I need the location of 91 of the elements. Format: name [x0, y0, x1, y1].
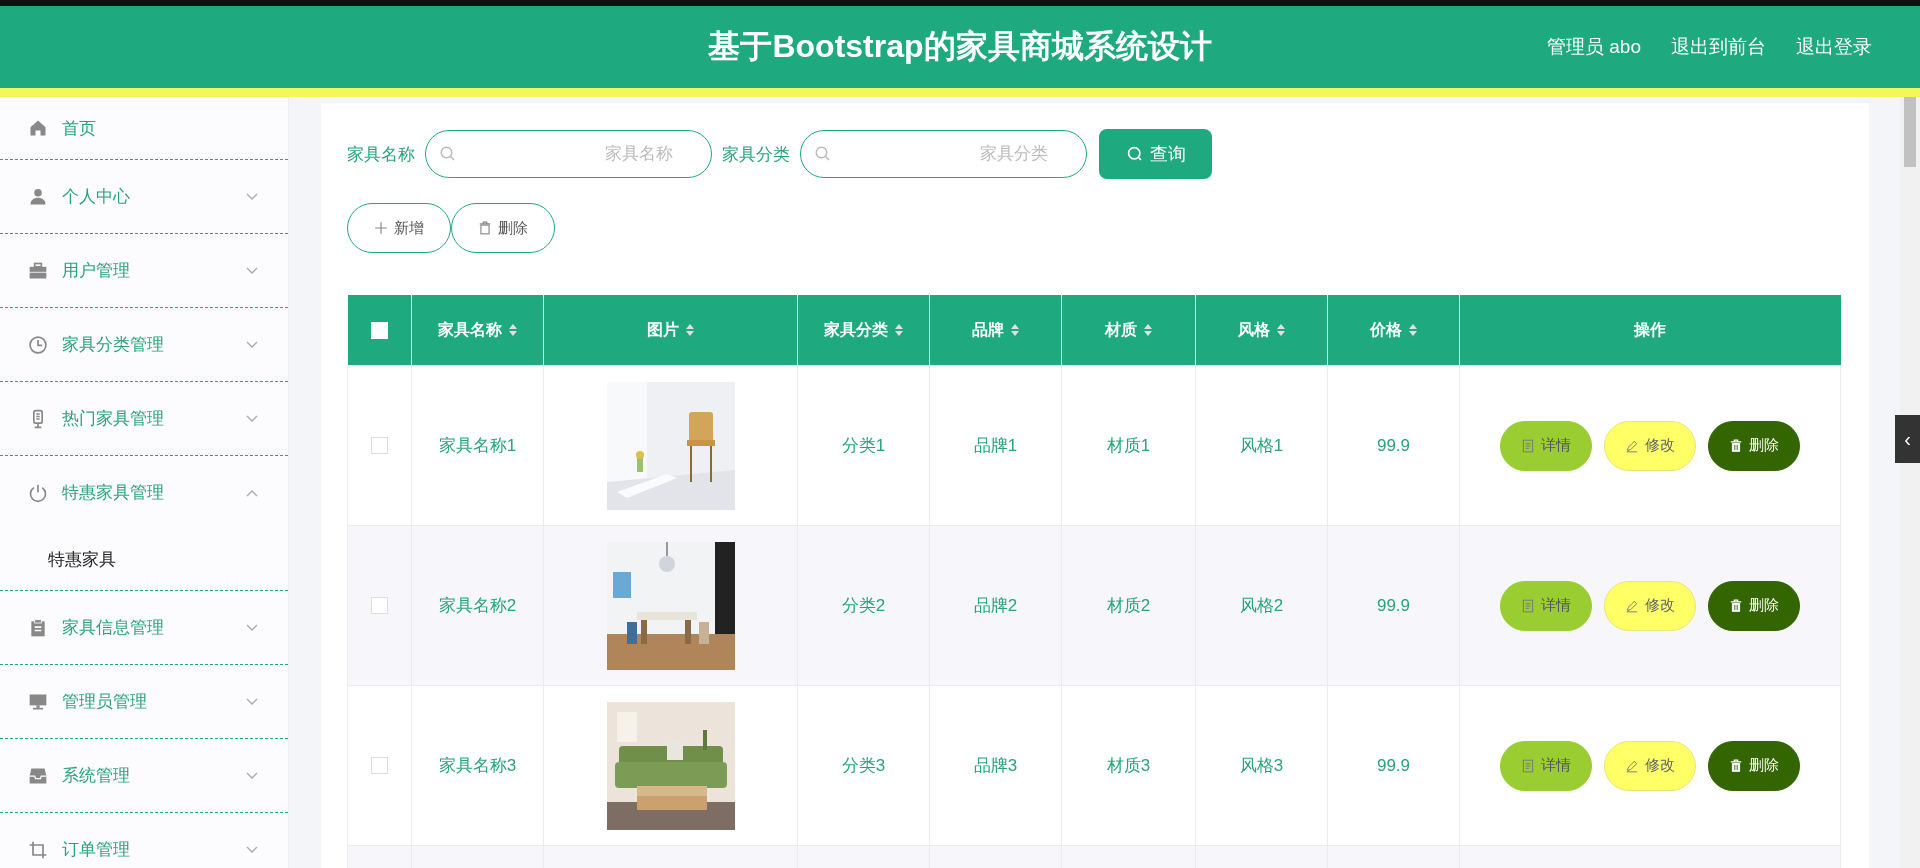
table-cell: 材质2 — [1106, 596, 1151, 615]
edit-button[interactable]: 修改 — [1604, 420, 1696, 471]
column-header[interactable]: 品牌 — [971, 319, 1020, 341]
field-label: 家具分类 — [722, 143, 790, 166]
power-icon — [28, 482, 48, 503]
sidebar-item[interactable]: 家具信息管理 — [0, 591, 288, 665]
sidebar-item[interactable]: 系统管理 — [0, 739, 288, 813]
table-cell: 分类3 — [841, 756, 886, 775]
checkbox[interactable] — [371, 757, 388, 774]
trash-icon — [1729, 598, 1743, 613]
sort-icon — [507, 323, 518, 337]
table-cell: 风格1 — [1239, 436, 1284, 455]
table-cell: 家具名称2 — [438, 596, 517, 615]
table-cell: 99.9 — [1376, 755, 1411, 775]
checkbox[interactable] — [371, 597, 388, 614]
app-title: 基于Bootstrap的家具商城系统设计 — [708, 27, 1212, 66]
sort-icon — [1275, 323, 1286, 337]
column-header[interactable]: 家具名称 — [437, 319, 518, 341]
pencil-icon — [1625, 598, 1639, 613]
crop-icon — [28, 839, 48, 860]
scrollbar-thumb[interactable] — [1904, 97, 1916, 167]
person-icon — [28, 186, 48, 207]
column-header: 操作 — [1634, 319, 1667, 340]
table-cell: 材质3 — [1106, 756, 1151, 775]
clock-icon — [28, 334, 48, 355]
trash-icon — [1729, 758, 1743, 773]
column-header[interactable]: 价格 — [1369, 319, 1418, 341]
table-cell: 99.9 — [1376, 435, 1411, 455]
sort-icon — [893, 323, 904, 337]
pencil-icon — [1625, 758, 1639, 773]
sidebar-item[interactable]: 家具分类管理 — [0, 308, 288, 382]
details-button[interactable]: 详情 — [1500, 580, 1592, 631]
table-cell: 材质1 — [1106, 436, 1151, 455]
checkbox[interactable] — [370, 321, 388, 339]
details-button[interactable]: 详情 — [1500, 740, 1592, 791]
search-icon — [439, 145, 457, 163]
submenu-item[interactable]: 特惠家具 — [48, 548, 116, 571]
plus-icon — [374, 221, 388, 235]
table-cell: 99.9 — [1376, 595, 1411, 615]
table-cell: 风格2 — [1239, 596, 1284, 615]
delete-button[interactable]: 删除 — [451, 203, 555, 253]
delete-button[interactable]: 删除 — [1708, 420, 1800, 471]
sort-icon — [1142, 323, 1153, 337]
home-icon — [28, 118, 48, 138]
document-icon — [1521, 758, 1535, 773]
briefcase-icon — [28, 260, 48, 281]
clipboard-icon — [28, 617, 48, 638]
delete-button[interactable]: 删除 — [1708, 580, 1800, 631]
side-tab[interactable]: ‹ — [1895, 415, 1920, 463]
sidebar-item[interactable]: 用户管理 — [0, 234, 288, 308]
table-cell: 风格3 — [1239, 756, 1284, 775]
header-link[interactable]: 退出登录 — [1796, 34, 1872, 60]
edit-button[interactable]: 修改 — [1604, 580, 1696, 631]
table-cell: 分类2 — [841, 596, 886, 615]
column-header[interactable]: 图片 — [646, 319, 695, 341]
sidebar-item[interactable]: 特惠家具管理 — [0, 456, 288, 529]
column-header[interactable]: 材质 — [1104, 319, 1153, 341]
trash-icon — [1729, 438, 1743, 453]
sidebar-item[interactable]: 管理员管理 — [0, 665, 288, 739]
search-icon — [814, 145, 832, 163]
table-cell: 家具名称3 — [438, 756, 517, 775]
trash-icon — [478, 221, 492, 235]
column-header[interactable]: 风格 — [1237, 319, 1286, 341]
search-field[interactable]: 家具名称 — [425, 130, 712, 178]
sidebar-item[interactable]: 热门家具管理 — [0, 382, 288, 456]
header-link[interactable]: 管理员 abo — [1547, 34, 1641, 60]
field-label: 家具名称 — [347, 143, 415, 166]
checkbox[interactable] — [371, 437, 388, 454]
sidebar-item[interactable]: 订单管理 — [0, 813, 288, 868]
sidebar-item[interactable]: 个人中心 — [0, 160, 288, 234]
add-button[interactable]: 新增 — [347, 203, 451, 253]
delete-button[interactable]: 删除 — [1708, 740, 1800, 791]
document-icon — [1521, 598, 1535, 613]
search-icon — [1125, 145, 1144, 163]
table-cell: 品牌1 — [973, 436, 1018, 455]
details-button[interactable]: 详情 — [1500, 420, 1592, 471]
table-cell: 家具名称1 — [438, 436, 517, 455]
search-button[interactable]: 查询 — [1099, 129, 1212, 179]
table-cell: 品牌2 — [973, 596, 1018, 615]
column-header[interactable]: 家具分类 — [823, 319, 904, 341]
table-cell: 分类1 — [841, 436, 886, 455]
sort-icon — [1407, 323, 1418, 337]
table-cell: 品牌3 — [973, 756, 1018, 775]
sidebar-item[interactable]: 首页 — [0, 97, 288, 160]
sort-icon — [684, 323, 695, 337]
header-link[interactable]: 退出到前台 — [1671, 34, 1766, 60]
document-icon — [1521, 438, 1535, 453]
sort-icon — [1009, 323, 1020, 337]
edit-button[interactable]: 修改 — [1604, 740, 1696, 791]
search-field[interactable]: 家具分类 — [800, 130, 1087, 178]
pencil-icon — [1625, 438, 1639, 453]
